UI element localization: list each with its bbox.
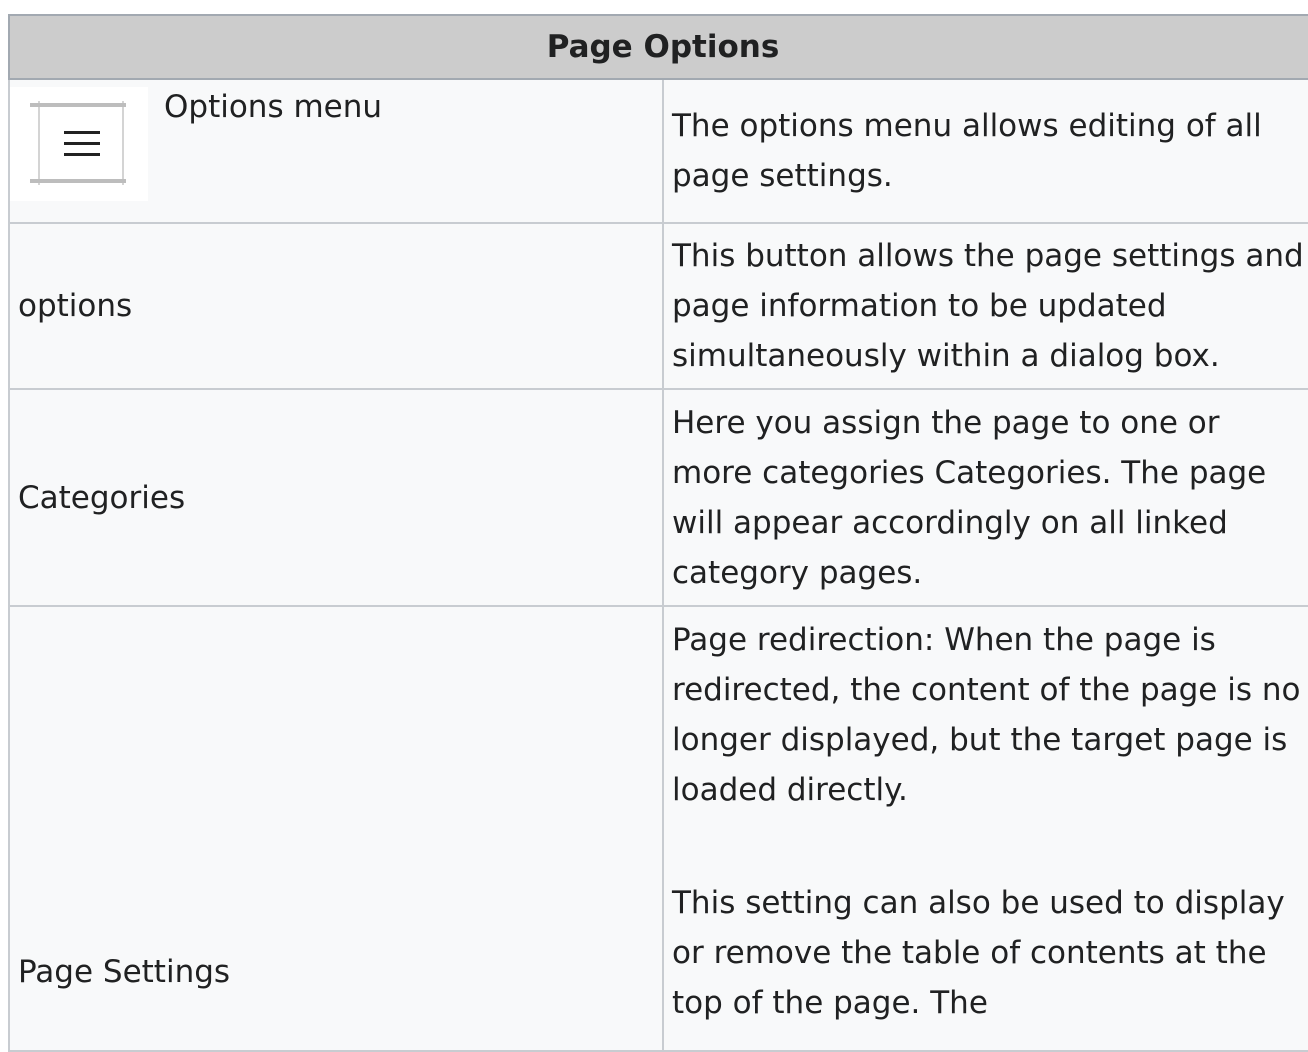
table-header: Page Options — [8, 14, 1308, 80]
options-menu-description: The options menu allows editing of all p… — [662, 78, 1308, 224]
options-menu-label: Options menu — [164, 89, 383, 125]
options-description: This button allows the page settings and… — [662, 222, 1308, 390]
categories-description: Here you assign the page to one or more … — [662, 388, 1308, 607]
categories-label: Categories — [18, 479, 186, 516]
table-row: options This button allows the page sett… — [8, 222, 1308, 390]
table-row: Categories Here you assign the page to o… — [8, 388, 1308, 607]
page-options-table: Page Options Options menu The options me… — [8, 14, 1308, 1052]
description-text: The options menu allows editing of all p… — [672, 108, 1262, 194]
options-menu-label-cell: Options menu — [8, 78, 664, 224]
table-header-row: Page Options — [8, 14, 1308, 80]
description-text: Here you assign the page to one or more … — [672, 404, 1267, 591]
page-settings-description: Page redirection: When the page is redir… — [662, 605, 1308, 1052]
description-text: This setting can also be used to display… — [672, 885, 1285, 1021]
categories-label-cell: Categories — [8, 388, 664, 607]
table-row: Page Settings Page redirection: When the… — [8, 605, 1308, 1052]
page-settings-label: Page Settings — [18, 954, 231, 990]
description-text: Page redirection: When the page is redir… — [672, 622, 1301, 808]
table-row: Options menu The options menu allows edi… — [8, 78, 1308, 224]
description-text: This button allows the page settings and… — [672, 238, 1304, 374]
hamburger-menu-icon[interactable] — [10, 87, 148, 201]
page-options-container: Page Options Options menu The options me… — [8, 14, 1308, 1052]
options-label-cell: options — [8, 222, 664, 390]
options-label: options — [18, 288, 133, 324]
page-settings-label-cell: Page Settings — [8, 605, 664, 1052]
